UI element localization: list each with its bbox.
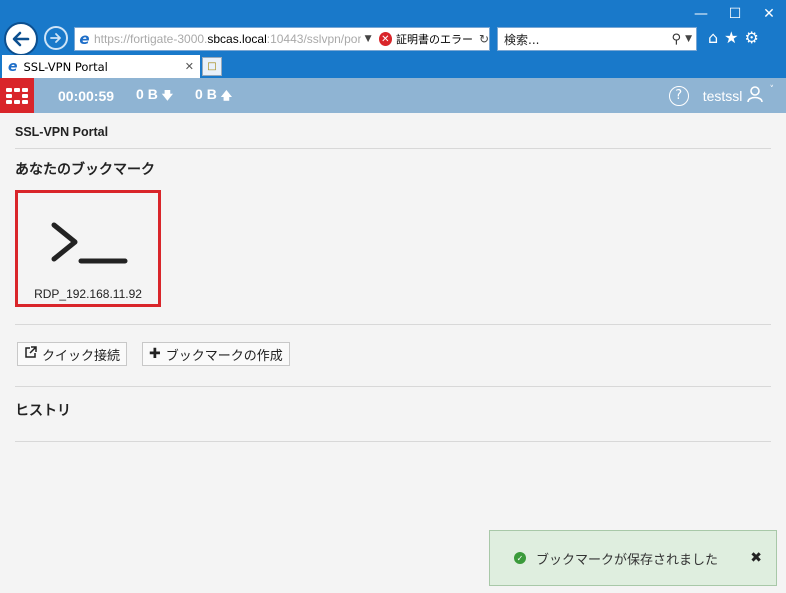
maximize-button[interactable]: ☐ [718, 2, 752, 26]
page-title: SSL-VPN Portal [15, 125, 109, 139]
create-bookmark-button[interactable]: ✚ ブックマークの作成 [142, 342, 290, 366]
url-text[interactable]: https://fortigate-3000.sbcas.local:10443… [94, 32, 361, 46]
user-avatar-icon [747, 85, 764, 102]
bytes-received: 0 B 🡇 [136, 86, 173, 106]
new-tab-button[interactable]: □ [202, 57, 222, 76]
new-tab-icon: □ [207, 61, 217, 72]
cert-error-icon[interactable]: ✕ [378, 32, 392, 46]
close-tab-icon[interactable]: ✕ [185, 60, 194, 73]
bytes-sent-value: 0 B [195, 85, 217, 102]
forward-button[interactable] [44, 26, 68, 50]
tab-title: SSL-VPN Portal [23, 59, 108, 74]
divider [15, 324, 771, 325]
address-dropdown-icon[interactable]: ▼ [361, 34, 374, 44]
bookmark-label: RDP_192.168.11.92 [34, 287, 142, 301]
bytes-sent: 0 B 🡅 [195, 86, 232, 106]
favorites-star-icon[interactable]: ★ [724, 28, 738, 47]
address-bar[interactable]: e https://fortigate-3000.sbcas.local:104… [74, 27, 490, 51]
session-timer: 00:00:59 [58, 87, 115, 104]
arrow-left-icon [12, 31, 30, 47]
help-icon[interactable]: ? [668, 85, 689, 106]
quick-connect-button[interactable]: クイック接続 [17, 342, 128, 366]
url-suffix: :10443/sslvpn/portal [266, 32, 362, 46]
terminal-icon [51, 222, 128, 264]
fortinet-logo [0, 78, 34, 113]
search-icon[interactable]: ⚲ [672, 32, 682, 47]
ie-page-icon: e [79, 30, 90, 48]
back-button[interactable] [4, 22, 38, 56]
create-bookmark-label: ブックマークの作成 [165, 348, 283, 364]
external-link-icon [24, 346, 37, 362]
arrow-down-icon: 🡇 [161, 89, 174, 102]
bookmarks-heading: あなたのブックマーク [15, 161, 155, 177]
browser-titlebar: — ☐ ✕ e https://fortigate-3000.sbcas.loc… [0, 0, 786, 56]
gear-icon[interactable]: ⚙ [745, 28, 759, 47]
tab-ssl-vpn-portal[interactable]: e SSL-VPN Portal ✕ [2, 55, 200, 78]
logo-grid-icon [6, 87, 28, 104]
home-icon[interactable]: ⌂ [708, 28, 718, 47]
divider [15, 148, 771, 149]
check-circle-icon: ✓ [514, 552, 526, 564]
browser-toolbar-icons: ⌂ ★ ⚙ [708, 28, 759, 47]
notification-toast: ✓ ブックマークが保存されました ✖ [489, 530, 777, 586]
portal-header: 00:00:59 0 B 🡇 0 B 🡅 ? testssl ˅ [0, 78, 786, 113]
divider [15, 441, 771, 442]
user-menu-caret-icon: ˅ [769, 84, 775, 95]
portal-content: SSL-VPN Portal あなたのブックマーク RDP_192.168.11… [0, 113, 786, 593]
bytes-received-value: 0 B [136, 85, 158, 102]
user-icon[interactable]: ˅ [746, 85, 774, 107]
search-box[interactable]: 検索... ⚲ ▼ [497, 27, 697, 51]
history-heading: ヒストリ [15, 402, 71, 418]
close-window-button[interactable]: ✕ [752, 2, 786, 26]
search-dropdown-icon[interactable]: ▼ [685, 34, 692, 44]
close-icon[interactable]: ✖ [750, 550, 762, 566]
plus-icon: ✚ [149, 346, 161, 362]
url-prefix: https://fortigate-3000. [93, 32, 208, 46]
tab-strip: e SSL-VPN Portal ✕ □ [0, 55, 786, 78]
arrow-up-icon: 🡅 [220, 89, 233, 102]
refresh-icon[interactable]: ↻ [479, 32, 489, 46]
url-host: sbcas.local [207, 32, 267, 46]
minimize-button[interactable]: — [684, 2, 718, 26]
quick-connect-label: クイック接続 [42, 348, 121, 364]
window-controls: — ☐ ✕ [684, 2, 786, 26]
search-input[interactable]: 検索... [504, 31, 539, 48]
arrow-right-icon [50, 33, 61, 43]
cert-error-text[interactable]: 証明書のエラー [396, 31, 473, 47]
user-name[interactable]: testssl [703, 88, 743, 104]
ie-tab-icon: e [8, 58, 18, 75]
divider [15, 386, 771, 387]
bookmark-tile[interactable]: RDP_192.168.11.92 [15, 190, 161, 307]
toast-message: ブックマークが保存されました [536, 552, 719, 568]
